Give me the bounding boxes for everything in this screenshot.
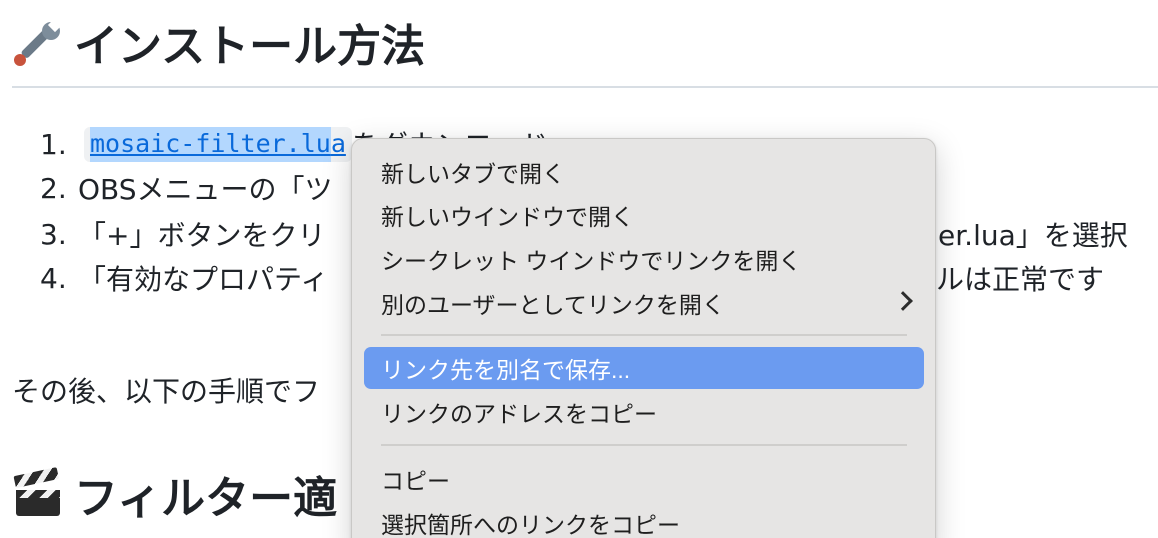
menu-item-open-in-new-tab[interactable]: 新しいタブで開く [364, 151, 924, 193]
menu-item-label: シークレット ウインドウでリンクを開く [381, 248, 802, 274]
list-item-number: 1. [40, 127, 67, 161]
install-heading-text: インストール方法 [74, 21, 426, 72]
link-text-rest: a [330, 128, 346, 158]
menu-item-copy-link-to-highlight[interactable]: 選択箇所へのリンクをコピー [364, 502, 924, 538]
install-heading: インストール方法 [12, 10, 425, 74]
list-item-text: 「+」ボタンをクリ [78, 219, 326, 252]
menu-item-label: リンクのアドレスをコピー [381, 401, 657, 427]
menu-item-save-link-as[interactable]: リンク先を別名で保存... [364, 347, 924, 389]
menu-item-label: リンク先を別名で保存... [381, 357, 631, 383]
menu-item-open-in-incognito[interactable]: シークレット ウインドウでリンクを開く [364, 238, 924, 280]
list-item-tail: ルは正常です [936, 256, 1104, 300]
list-item-number: 2. [40, 171, 67, 205]
readme-page: インストール方法 1. mosaic-filter.lua をダウンロード 2.… [0, 0, 1158, 538]
menu-item-open-as-other-user[interactable]: 別のユーザーとしてリンクを開く [364, 282, 924, 324]
list-item: 2. OBSメニューの「ツ [40, 166, 333, 210]
menu-item-copy-link-address[interactable]: リンクのアドレスをコピー [364, 391, 924, 433]
menu-item-label: 新しいタブで開く [381, 161, 565, 187]
list-item-tail: er.lua」を選択 [938, 212, 1128, 256]
menu-item-label: 新しいウインドウで開く [381, 204, 634, 230]
menu-item-open-in-new-window[interactable]: 新しいウインドウで開く [364, 194, 924, 236]
menu-item-label: 別のユーザーとしてリンクを開く [381, 292, 725, 318]
menu-item-copy[interactable]: コピー [364, 458, 924, 500]
menu-separator [381, 444, 907, 446]
list-item-number: 4. [40, 261, 67, 295]
heading-divider [12, 86, 1158, 88]
paragraph: その後、以下の手順でフ [12, 375, 321, 408]
chevron-right-icon [893, 291, 913, 311]
list-item: 4. 「有効なプロパティ [40, 256, 328, 300]
menu-separator [381, 334, 907, 336]
context-menu: 新しいタブで開く 新しいウインドウで開く シークレット ウインドウでリンクを開く… [351, 138, 936, 538]
menu-item-label: 選択箇所へのリンクをコピー [381, 512, 680, 538]
list-item-text: OBSメニューの「ツ [78, 173, 333, 206]
selected-link-text: mosaic-filter.lu [90, 126, 331, 162]
mosaic-filter-download-link[interactable]: mosaic-filter.lua [84, 126, 352, 162]
list-item: 3. 「+」ボタンをクリ [40, 212, 325, 256]
wrench-icon [12, 16, 64, 68]
clapper-board-icon [12, 467, 64, 520]
list-item-tail-text: er.lua」を選択 [938, 219, 1128, 252]
menu-item-label: コピー [381, 468, 450, 494]
list-item-number: 3. [40, 217, 67, 251]
filter-heading: フィルター適 [12, 462, 337, 526]
list-item-tail-text: ルは正常です [936, 263, 1105, 296]
list-item-text: 「有効なプロパティ [78, 263, 329, 296]
filter-heading-text: フィルター適 [74, 473, 338, 524]
